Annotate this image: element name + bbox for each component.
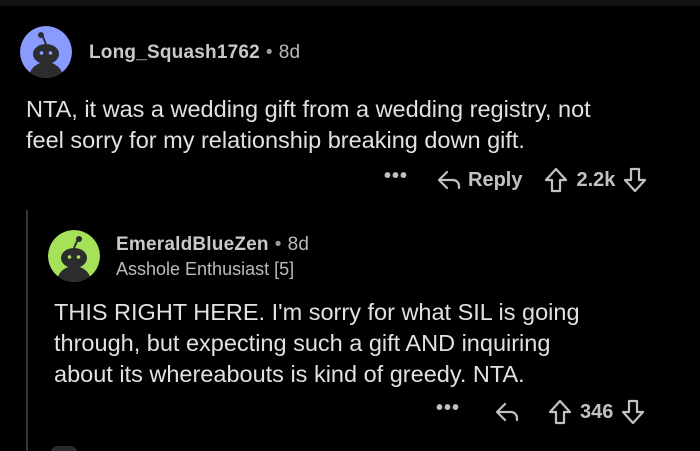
meta-separator: • <box>265 42 273 63</box>
upvote-arrow-icon[interactable] <box>544 167 568 193</box>
user-flair: Asshole Enthusiast [5] <box>116 259 295 279</box>
reply-arrow-icon <box>495 402 519 422</box>
snoo-avatar-icon <box>48 230 100 282</box>
top-divider <box>0 0 700 6</box>
reply-button[interactable]: Reply <box>436 169 544 192</box>
avatar[interactable] <box>20 26 72 78</box>
comment-age: 8d <box>287 234 310 255</box>
reply-arrow-icon <box>437 170 461 190</box>
more-options-button[interactable]: ••• <box>384 166 408 186</box>
comment-actions: ••• Reply 2.2k <box>384 165 647 195</box>
comment-body: NTA, it was a wedding gift from a weddin… <box>26 94 591 156</box>
comment-body-line: THIS RIGHT HERE. I'm sorry for what SIL … <box>54 299 580 325</box>
downvote-arrow-icon[interactable] <box>621 399 645 425</box>
comment-body: THIS RIGHT HERE. I'm sorry for what SIL … <box>54 297 580 390</box>
comment-body-line: feel sorry for my relationship breaking … <box>26 127 525 153</box>
reply-label: Reply <box>468 168 523 191</box>
comment-meta: Long_Squash1762 • 8d <box>89 42 300 64</box>
snoo-avatar-icon <box>20 26 72 78</box>
reply-button[interactable] <box>494 401 520 423</box>
comment-body-line: NTA, it was a wedding gift from a weddin… <box>26 96 591 122</box>
username[interactable]: EmeraldBlueZen <box>116 234 269 255</box>
more-options-button[interactable]: ••• <box>436 398 460 418</box>
next-comment-avatar <box>50 446 78 451</box>
downvote-arrow-icon[interactable] <box>623 167 647 193</box>
comment-age: 8d <box>278 42 301 63</box>
username[interactable]: Long_Squash1762 <box>89 42 260 63</box>
vote-score: 346 <box>580 400 614 423</box>
meta-separator: • <box>274 234 282 255</box>
vote-score: 2.2k <box>576 168 616 191</box>
comment-body-line: about its whereabouts is kind of greedy.… <box>54 361 525 387</box>
comment-body-line: through, but expecting such a gift AND i… <box>54 330 551 356</box>
comment-meta: EmeraldBlueZen • 8d <box>116 234 309 256</box>
avatar[interactable] <box>48 230 100 282</box>
thread-line[interactable] <box>26 210 28 451</box>
upvote-arrow-icon[interactable] <box>548 399 572 425</box>
comment-actions: ••• 346 <box>436 397 645 427</box>
